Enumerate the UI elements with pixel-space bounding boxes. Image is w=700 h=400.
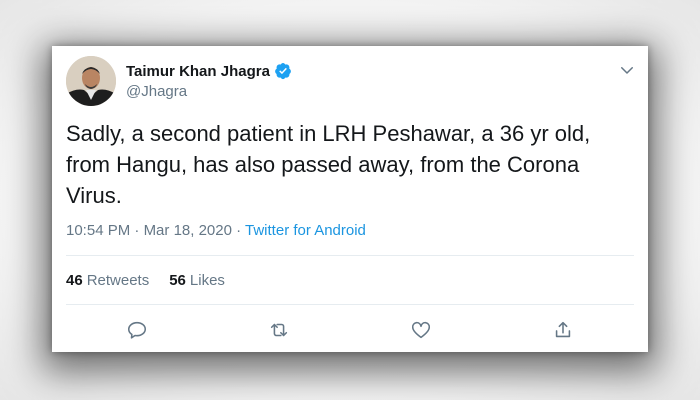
tweet-meta: 10:54 PM · Mar 18, 2020 · Twitter for An… (66, 222, 366, 239)
divider (66, 255, 634, 256)
retweets-label: Retweets (86, 272, 150, 289)
tweet-stats: 46 Retweets 56 Likes (66, 272, 245, 289)
meta-separator: · (231, 222, 246, 239)
author-name-row: Taimur Khan Jhagra (126, 62, 292, 80)
author-avatar[interactable] (66, 56, 116, 106)
reply-icon[interactable] (126, 319, 148, 341)
tweet-card: Taimur Khan Jhagra @Jhagra Sadly, a seco… (52, 46, 648, 352)
likes-label: Likes (189, 272, 225, 289)
author-handle[interactable]: @Jhagra (126, 83, 187, 100)
avatar-photo (66, 56, 116, 106)
share-icon[interactable] (552, 319, 574, 341)
divider (66, 304, 634, 305)
verified-badge-icon (275, 62, 291, 80)
like-icon[interactable] (410, 319, 432, 341)
author-name[interactable]: Taimur Khan Jhagra (126, 63, 270, 80)
retweet-icon[interactable] (268, 319, 290, 341)
meta-separator: · (130, 222, 144, 239)
tweet-source-link[interactable]: Twitter for Android (245, 222, 366, 239)
likes-count: 56 (169, 272, 186, 289)
chevron-down-icon[interactable] (618, 61, 636, 79)
retweets-count: 46 (66, 272, 83, 289)
likes-stat[interactable]: 56 Likes (169, 272, 225, 289)
tweet-actions (66, 316, 634, 344)
tweet-time[interactable]: 10:54 PM (66, 222, 130, 239)
tweet-date[interactable]: Mar 18, 2020 (144, 222, 232, 239)
retweets-stat[interactable]: 46 Retweets (66, 272, 149, 289)
tweet-text: Sadly, a second patient in LRH Peshawar,… (66, 121, 591, 208)
